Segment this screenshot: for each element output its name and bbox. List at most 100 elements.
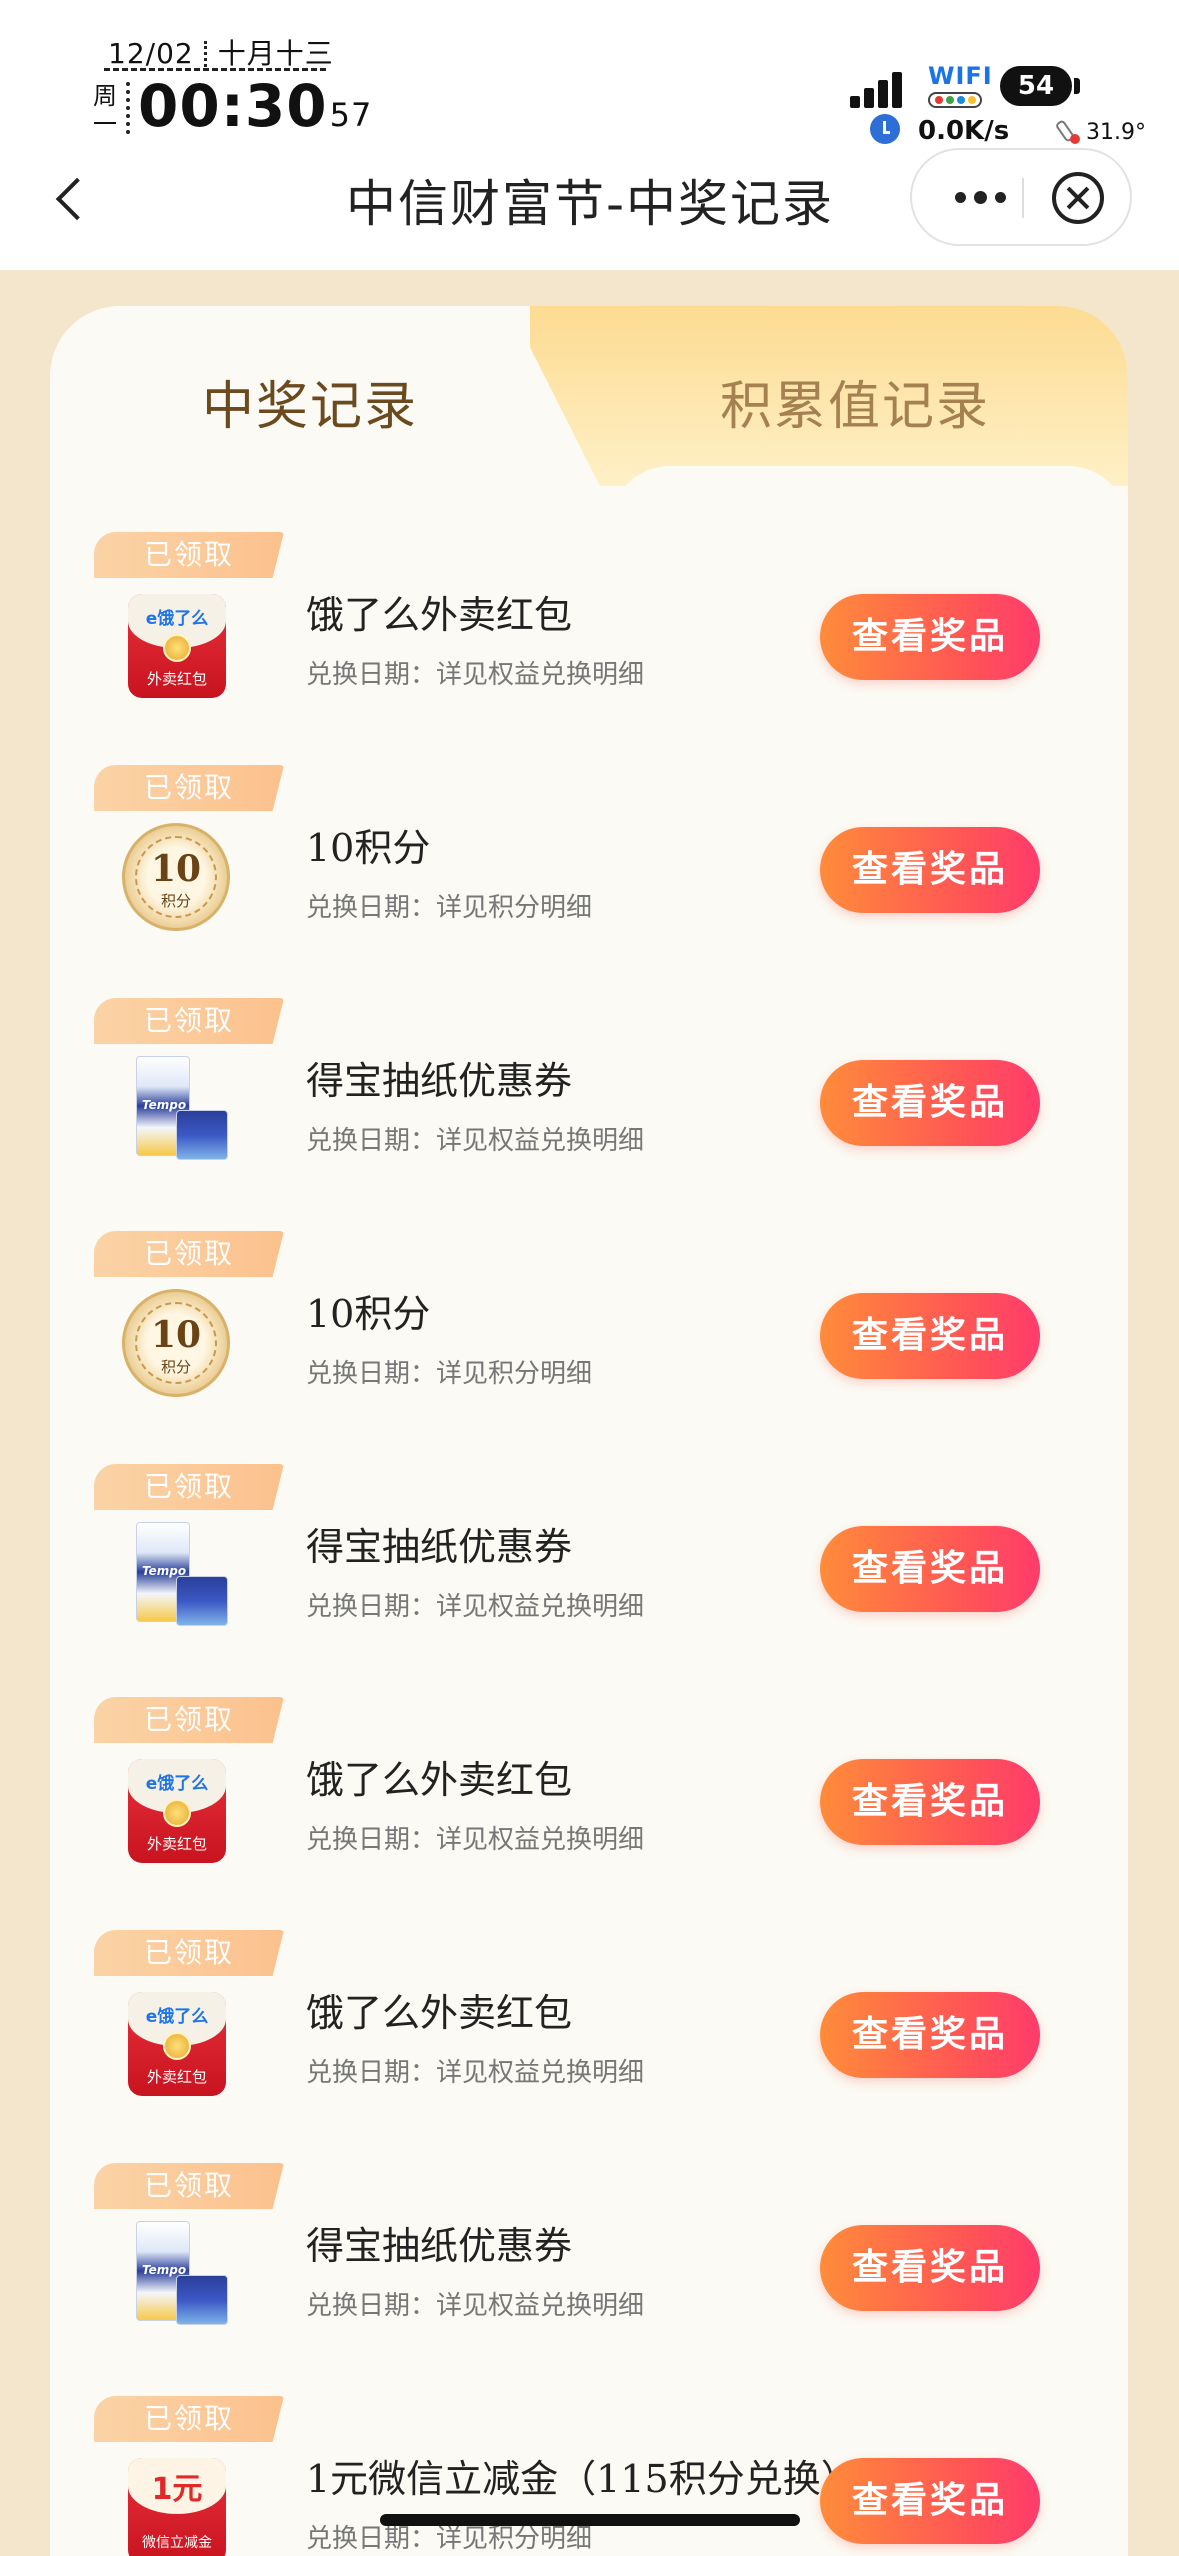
redeem-date: 兑换日期：详见权益兑换明细 [306, 1825, 645, 1855]
thumb-brand: e饿了么 [145, 1774, 209, 1794]
status-badge: 已领取 [94, 1464, 284, 1510]
capsule-divider [1022, 178, 1024, 218]
tissue-product-icon: Tempo [122, 2221, 232, 2331]
signal-icon [850, 72, 902, 108]
thumb-caption: 外卖红包 [146, 1835, 207, 1853]
lunar-date-text: 十月十三 [217, 37, 334, 70]
miniapp-capsule [910, 148, 1132, 246]
prize-thumbnail: e饿了么 外卖红包 [122, 590, 232, 700]
record-item: 已领取 1元 微信立减金 1元微信立减金（115积分兑换） 兑换日期：详见积分明… [50, 2396, 1128, 2556]
prize-thumbnail: Tempo [122, 1056, 232, 1166]
prize-name: 饿了么外卖红包 [306, 593, 573, 637]
redeem-date: 兑换日期：详见积分明细 [306, 1359, 593, 1389]
clock-seconds: 57 [329, 96, 373, 134]
redeem-date: 兑换日期：详见权益兑换明细 [306, 2291, 645, 2321]
view-prize-button[interactable]: 查看奖品 [820, 1759, 1040, 1845]
record-item: 已领取 Tempo 得宝抽纸优惠券 兑换日期：详见权益兑换明细 查看奖品 [50, 1464, 1128, 1697]
thumb-brand: e饿了么 [145, 609, 209, 629]
redeem-date: 兑换日期：详见权益兑换明细 [306, 660, 645, 690]
record-item: 已领取 Tempo 得宝抽纸优惠券 兑换日期：详见权益兑换明细 查看奖品 [50, 2163, 1128, 2396]
view-prize-button[interactable]: 查看奖品 [820, 1293, 1040, 1379]
status-badge: 已领取 [94, 1697, 284, 1743]
points-coin-icon: 10 积分 [122, 1289, 230, 1397]
prize-thumbnail: Tempo [122, 1522, 232, 1632]
record-item: 已领取 e饿了么 外卖红包 饿了么外卖红包 兑换日期：详见权益兑换明细 查看奖品 [50, 1697, 1128, 1930]
status-badge: 已领取 [94, 2396, 284, 2442]
wifi-icon [928, 92, 982, 108]
red-packet-icon: e饿了么 外卖红包 [122, 590, 232, 700]
cash-voucher-icon: 1元 微信立减金 [122, 2454, 232, 2556]
thermometer-icon [1058, 120, 1080, 144]
home-indicator[interactable] [380, 2514, 800, 2526]
voucher-caption: 微信立减金 [142, 2535, 212, 2551]
clock-time: 00:30 [138, 72, 328, 140]
alarm-icon [870, 114, 900, 144]
status-badge: 已领取 [94, 2163, 284, 2209]
temperature-text: 31.9° [1086, 120, 1146, 145]
thumb-caption: 外卖红包 [146, 670, 207, 688]
redeem-date: 兑换日期：详见权益兑换明细 [306, 1126, 645, 1156]
prize-name: 饿了么外卖红包 [306, 1991, 573, 2035]
battery-tip [1074, 78, 1080, 94]
prize-name: 1元微信立减金（115积分兑换） [306, 2457, 859, 2501]
prize-thumbnail: e饿了么 外卖红包 [122, 1755, 232, 1865]
tab-winning-records[interactable]: 中奖记录 [50, 364, 570, 439]
weekday-text: 周一 [93, 82, 117, 138]
tissue-product-icon: Tempo [122, 1056, 232, 1166]
status-badge: 已领取 [94, 1231, 284, 1277]
time-divider [126, 82, 130, 134]
prize-thumbnail: 1元 微信立减金 [122, 2454, 232, 2556]
status-badge: 已领取 [94, 532, 284, 578]
prize-thumbnail: 10 积分 [122, 1289, 232, 1399]
tab-accumulation-records[interactable]: 积累值记录 [590, 364, 1120, 439]
view-prize-button[interactable]: 查看奖品 [820, 2458, 1040, 2544]
tissue-product-icon: Tempo [122, 1522, 232, 1632]
record-item: 已领取 e饿了么 外卖红包 饿了么外卖红包 兑换日期：详见权益兑换明细 查看奖品 [50, 1930, 1128, 2163]
status-badge: 已领取 [94, 1930, 284, 1976]
prize-thumbnail: e饿了么 外卖红包 [122, 1988, 232, 2098]
red-packet-icon: e饿了么 外卖红包 [122, 1755, 232, 1865]
redeem-date: 兑换日期：详见权益兑换明细 [306, 1592, 645, 1622]
tab-lower-fill [610, 466, 1128, 526]
view-prize-button[interactable]: 查看奖品 [820, 594, 1040, 680]
coin-number: 10 [150, 1314, 202, 1356]
battery-icon: 54 [1000, 66, 1072, 106]
coin-unit: 积分 [160, 892, 191, 910]
redeem-date: 兑换日期：详见积分明细 [306, 893, 593, 923]
red-packet-icon: e饿了么 外卖红包 [122, 1988, 232, 2098]
records-list: 已领取 e饿了么 外卖红包 饿了么外卖红包 兑换日期：详见权益兑换明细 查看奖品… [50, 532, 1128, 2556]
view-prize-button[interactable]: 查看奖品 [820, 827, 1040, 913]
top-bar: 12/02 十月十三 周一 00:3057 WIFI 54 0.0K/s 31.9… [0, 0, 1179, 270]
record-item: 已领取 10 积分 10 积分 兑换日期：详见积分明细 查看奖品 [50, 765, 1128, 998]
points-coin-icon: 10 积分 [122, 823, 230, 931]
status-date: 12/02 十月十三 [108, 32, 334, 72]
status-badge: 已领取 [94, 765, 284, 811]
close-icon[interactable] [1052, 172, 1104, 224]
back-icon[interactable] [44, 168, 94, 228]
tissue-logo: Tempo [142, 1564, 187, 1578]
voucher-amount: 1元 [151, 2472, 203, 2507]
view-prize-button[interactable]: 查看奖品 [820, 1992, 1040, 2078]
tissue-logo: Tempo [142, 2263, 187, 2277]
prize-thumbnail: Tempo [122, 2221, 232, 2331]
prize-name: 得宝抽纸优惠券 [306, 2224, 573, 2268]
network-speed: 0.0K/s [918, 116, 1010, 146]
redeem-date: 兑换日期：详见权益兑换明细 [306, 2058, 645, 2088]
prize-name: 10积分 [306, 1292, 431, 1336]
record-item: 已领取 10 积分 10积分 兑换日期：详见积分明细 查看奖品 [50, 1231, 1128, 1464]
view-prize-button[interactable]: 查看奖品 [820, 2225, 1040, 2311]
tissue-logo: Tempo [142, 1098, 187, 1112]
more-icon[interactable] [940, 150, 1020, 244]
prize-name: 得宝抽纸优惠券 [306, 1059, 573, 1103]
prize-name: 饿了么外卖红包 [306, 1758, 573, 1802]
prize-name: 得宝抽纸优惠券 [306, 1525, 573, 1569]
view-prize-button[interactable]: 查看奖品 [820, 1060, 1040, 1146]
page-title: 中信财富节-中奖记录 [345, 175, 835, 233]
record-item: 已领取 e饿了么 外卖红包 饿了么外卖红包 兑换日期：详见权益兑换明细 查看奖品 [50, 532, 1128, 765]
coin-number: 10 [150, 848, 202, 890]
view-prize-button[interactable]: 查看奖品 [820, 1526, 1040, 1612]
coin-unit: 积分 [160, 1358, 191, 1376]
status-clock: 00:3057 [138, 72, 372, 140]
status-badge: 已领取 [94, 998, 284, 1044]
status-divider [104, 68, 326, 71]
